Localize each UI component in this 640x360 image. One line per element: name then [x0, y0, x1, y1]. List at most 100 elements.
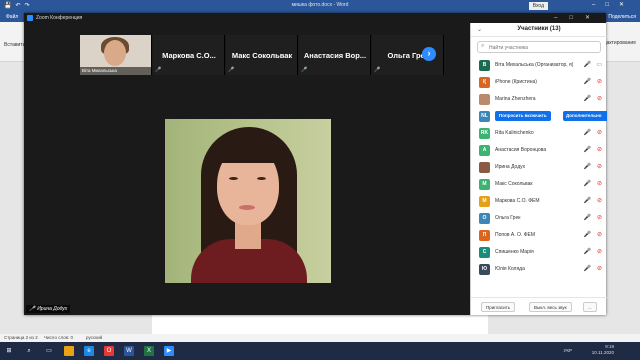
participants-panel: ⌄ Участники (13) ⌕ В Віта Михальська (Орг…	[470, 23, 607, 315]
zoom-window-title: Zoom Конференция	[36, 15, 83, 21]
participant-name: Попов А. О. ФЕМ	[495, 232, 535, 238]
participant-search-input[interactable]	[489, 43, 597, 52]
muted-mic-icon[interactable]: 🎤	[584, 180, 591, 187]
status-lang: русский	[86, 335, 103, 340]
participant-avatar: I(	[479, 77, 490, 88]
participant-row[interactable]: М Маркова С.О. ФЕМ 🎤 ⊘	[471, 193, 607, 210]
muted-mic-icon[interactable]: 🎤	[584, 248, 591, 255]
clock[interactable]: 9:19 10.11.2020	[592, 344, 614, 356]
zoom-titlebar: Zoom Конференция –□✕	[24, 13, 606, 23]
excel-taskbar-icon[interactable]: X	[144, 346, 154, 356]
paste-button[interactable]: Вставить	[4, 42, 25, 48]
signin-button[interactable]: Вход	[528, 2, 548, 10]
zoom-logo-icon	[27, 15, 33, 21]
participant-name: Rita Kalinichenko	[495, 130, 534, 136]
participant-name: Юлія Коляда	[495, 266, 525, 272]
mute-all-button[interactable]: Выкл. весь звук	[529, 302, 572, 312]
participant-avatar: В	[479, 60, 490, 71]
participant-row[interactable]: П Попов А. О. ФЕМ 🎤 ⊘	[471, 227, 607, 244]
active-speaker-video	[165, 119, 331, 283]
participant-name: Макс Сокольвак	[495, 181, 533, 187]
camera-off-icon[interactable]: ⊘	[597, 197, 602, 204]
participant-search[interactable]: ⌕	[477, 41, 601, 53]
camera-off-icon[interactable]: ⊘	[597, 180, 602, 187]
participant-name: Ирина Додух	[495, 164, 526, 170]
camera-off-icon[interactable]: ⊘	[597, 231, 602, 238]
invite-button[interactable]: Пригласить	[481, 302, 516, 312]
participant-row[interactable]: С Спишенко Марія 🎤 ⊘	[471, 244, 607, 261]
zoom-window-controls[interactable]: –□✕	[554, 14, 602, 21]
start-windows-icon[interactable]: ⊞	[4, 346, 14, 356]
eye-shape	[229, 177, 238, 180]
muted-mic-icon[interactable]: 🎤	[584, 78, 591, 85]
next-page-arrow-icon[interactable]: ›	[422, 47, 436, 61]
participant-list: В Віта Михальська (Организатор, я) 🎤 ▭ I(iPh…	[471, 57, 607, 278]
word-taskbar-icon[interactable]: W	[124, 346, 134, 356]
camera-off-icon[interactable]: ⊘	[597, 214, 602, 221]
participant-row[interactable]: В Віта Михальська (Организатор, я) 🎤 ▭	[471, 57, 607, 74]
muted-mic-icon: 🎤	[29, 306, 36, 312]
thumbnail-tile[interactable]: Маркова С.О... 🎤	[153, 35, 225, 75]
participant-row[interactable]: Marina Zhenzhera 🎤 ⊘	[471, 91, 607, 108]
camera-off-icon[interactable]: ⊘	[597, 78, 602, 85]
camera-off-icon[interactable]: ⊘	[597, 163, 602, 170]
muted-mic-icon[interactable]: 🎤	[584, 163, 591, 170]
participant-row[interactable]: I(iPhone (Кристина) 🎤 ⊘	[471, 74, 607, 91]
muted-mic-icon[interactable]: 🎤	[584, 95, 591, 102]
participant-avatar: М	[479, 179, 490, 190]
hair-fringe-shape	[211, 133, 285, 163]
participant-avatar: О	[479, 213, 490, 224]
muted-mic-icon[interactable]: 🎤	[584, 265, 591, 272]
ask-to-unmute-button[interactable]: Попросить включить	[495, 111, 551, 121]
search-icon[interactable]: ⌕	[24, 346, 34, 356]
participant-name: Маркова С.О. ФЕМ	[495, 198, 540, 204]
thumbnail-name: Макс Сокольвак	[231, 51, 293, 60]
more-button[interactable]: Дополнительно	[563, 111, 607, 121]
more-options-button[interactable]: ...	[583, 302, 597, 312]
participant-name: Віта Михальська (Организатор, я)	[495, 62, 573, 68]
participant-avatar: М	[479, 196, 490, 207]
participant-row[interactable]: Ю Юлія Коляда 🎤 ⊘	[471, 261, 607, 278]
camera-off-icon[interactable]: ⊘	[597, 95, 602, 102]
participant-row[interactable]: Ирина Додух 🎤 ⊘	[471, 159, 607, 176]
camera-off-icon[interactable]: ⊘	[597, 248, 602, 255]
participant-row[interactable]: NL Попросить включить Дополнительно	[471, 108, 607, 125]
participants-footer: Пригласить Выкл. весь звук ...	[471, 297, 607, 315]
muted-mic-icon: 🎤	[228, 67, 235, 73]
word-titlebar: 💾↶↷ мишка фото.docx - Word Вход –□✕	[0, 0, 640, 12]
zoom-window: Zoom Конференция –□✕ Віта Михальська Мар…	[24, 13, 607, 315]
participant-row[interactable]: М Макс Сокольвак 🎤 ⊘	[471, 176, 607, 193]
window-controls[interactable]: –□✕	[592, 1, 634, 8]
camera-icon[interactable]: ▭	[596, 61, 602, 68]
participant-name: Спишенко Марія	[495, 249, 534, 255]
thumbnail-tile[interactable]: Анастасия Вор... 🎤	[299, 35, 371, 75]
task-view-icon[interactable]: ▭	[44, 346, 54, 356]
camera-off-icon[interactable]: ⊘	[597, 129, 602, 136]
camera-off-icon[interactable]: ⊘	[597, 265, 602, 272]
thumbnail-tile[interactable]: Макс Сокольвак 🎤	[226, 35, 298, 75]
muted-mic-icon[interactable]: 🎤	[584, 231, 591, 238]
clock-date: 10.11.2020	[591, 350, 614, 355]
participant-row[interactable]: А Анастасия Воронцова 🎤 ⊘	[471, 142, 607, 159]
word-statusbar: Страница 2 из 2 Число слов: 0 русский	[0, 334, 640, 342]
opera-icon[interactable]: O	[104, 346, 114, 356]
muted-mic-icon[interactable]: 🎤	[584, 214, 591, 221]
search-icon: ⌕	[481, 43, 485, 49]
muted-mic-icon[interactable]: 🎤	[584, 146, 591, 153]
edge-icon[interactable]: e	[84, 346, 94, 356]
zoom-taskbar-icon[interactable]: ▶	[164, 346, 174, 356]
camera-off-icon[interactable]: ⊘	[597, 146, 602, 153]
participant-row[interactable]: О Ольга Грек 🎤 ⊘	[471, 210, 607, 227]
mic-icon[interactable]: 🎤	[584, 61, 591, 68]
file-explorer-icon[interactable]	[64, 346, 74, 356]
file-menu[interactable]: Файл	[6, 14, 18, 20]
thumbnail-tile-host[interactable]: Віта Михальська	[80, 35, 152, 75]
muted-mic-icon[interactable]: 🎤	[584, 197, 591, 204]
participant-row[interactable]: RK Rita Kalinichenko 🎤 ⊘	[471, 125, 607, 142]
face-shape	[104, 40, 126, 66]
input-language[interactable]: УКР	[564, 348, 572, 353]
muted-mic-icon: 🎤	[301, 67, 308, 73]
participant-avatar: Ю	[479, 264, 490, 275]
muted-mic-icon[interactable]: 🎤	[584, 129, 591, 136]
share-button[interactable]: Поделиться	[608, 14, 636, 20]
